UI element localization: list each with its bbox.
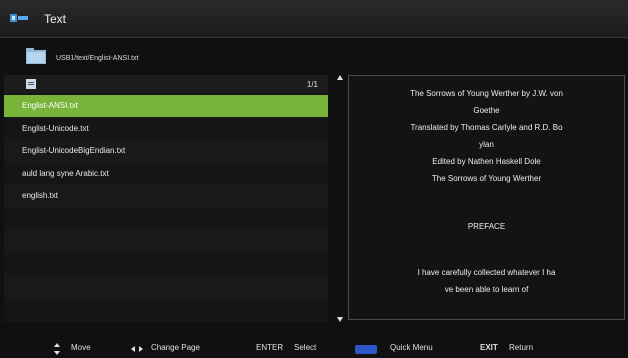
preview-line: The Sorrows of Young Werther by J.W. von <box>410 89 563 98</box>
file-item[interactable]: Englist-ANSI.txt <box>4 95 328 118</box>
left-right-arrows-icon <box>131 346 143 352</box>
empty-row <box>4 275 328 298</box>
empty-row <box>4 230 328 253</box>
select-hint: Select <box>294 343 317 352</box>
preview-line: ylan <box>479 140 494 149</box>
preview-line: Translated by Thomas Carlyle and R.D. Bo <box>410 123 563 132</box>
move-hint: Move <box>71 343 91 352</box>
up-down-arrows-icon <box>54 343 60 355</box>
quick-menu-hint: Quick Menu <box>390 343 433 352</box>
return-hint: Return <box>509 343 534 352</box>
app-title: Text <box>44 12 67 26</box>
empty-row <box>4 207 328 230</box>
title-bar: Text <box>0 0 628 38</box>
preview-line: The Sorrows of Young Werther <box>431 174 542 183</box>
change-page-hint: Change Page <box>151 343 200 352</box>
preview-line: I have carefully collected whatever I ha <box>417 268 556 277</box>
file-icon <box>26 79 36 89</box>
preview-line: Edited by Nathen Haskell Dole <box>432 157 541 166</box>
scroll-up-arrow-icon[interactable] <box>337 75 343 80</box>
exit-key-label: EXIT <box>480 343 498 352</box>
preview-heading: PREFACE <box>467 222 506 231</box>
file-item[interactable]: english.txt <box>4 185 328 208</box>
text-app-icon <box>10 14 28 22</box>
folder-icon <box>26 48 46 64</box>
preview-line: ve been able to learn of <box>444 285 529 294</box>
enter-key-label: ENTER <box>256 343 284 352</box>
page-indicator: 1/1 <box>306 80 318 89</box>
preview-scrollbar[interactable] <box>336 75 346 322</box>
file-list: Englist-ANSI.txt Englist-Unicode.txt Eng… <box>4 95 328 320</box>
key-hint-bar: Move Change Page ENTER Select Quick Menu… <box>0 340 628 358</box>
file-item[interactable]: Englist-Unicode.txt <box>4 117 328 140</box>
scroll-down-arrow-icon[interactable] <box>337 317 343 322</box>
list-header: 1/1 <box>4 75 328 93</box>
current-path: USB1/text/Englist-ANSI.txt <box>56 55 139 62</box>
blue-key-icon <box>355 345 377 354</box>
file-item[interactable]: Englist-UnicodeBigEndian.txt <box>4 140 328 163</box>
empty-row <box>4 297 328 320</box>
file-list-panel: 1/1 Englist-ANSI.txt Englist-Unicode.txt… <box>4 75 328 322</box>
text-preview-panel: The Sorrows of Young Werther by J.W. von… <box>348 75 625 320</box>
preview-line: Goethe <box>473 106 500 115</box>
empty-row <box>4 252 328 275</box>
file-item[interactable]: auld lang syne Arabic.txt <box>4 162 328 185</box>
